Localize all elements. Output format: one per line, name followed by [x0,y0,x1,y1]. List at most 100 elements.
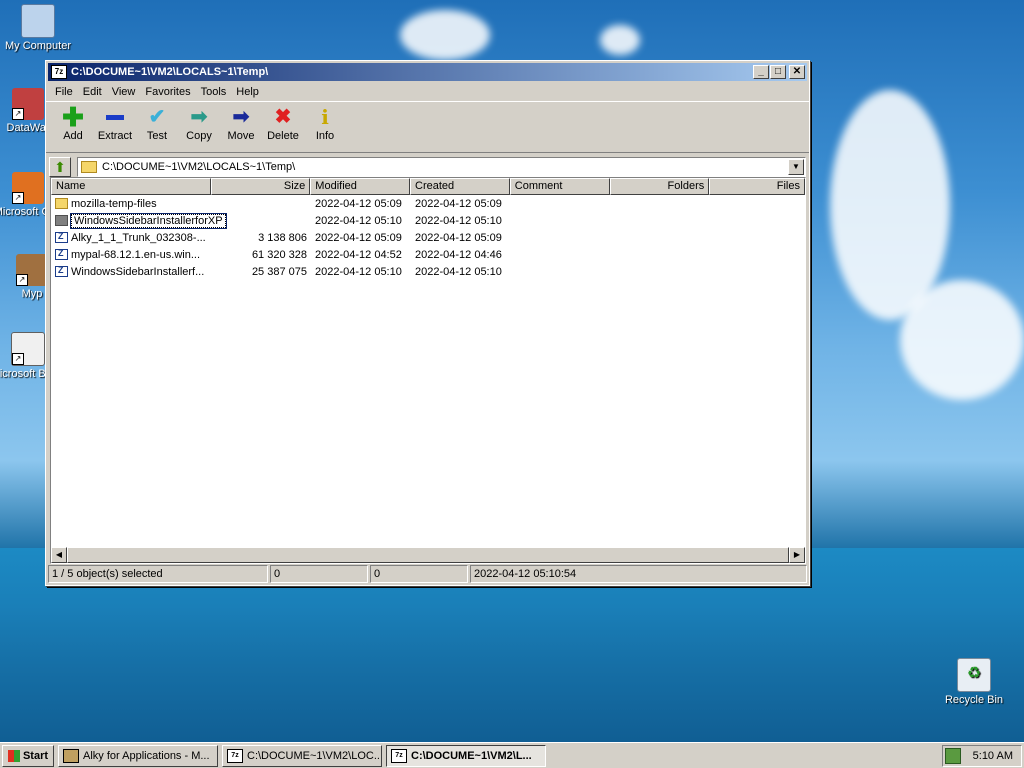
taskbar-item-label: C:\DOCUME~1\VM2\LOC... [247,749,382,762]
file-modified: 2022-04-12 05:09 [315,197,402,210]
file-modified: 2022-04-12 05:09 [315,231,402,244]
computer-icon [21,4,55,38]
menu-tools[interactable]: Tools [196,86,232,98]
menu-help[interactable]: Help [231,86,264,98]
file-row[interactable]: mozilla-temp-files 2022-04-12 05:09 2022… [51,195,805,212]
app-shortcut-icon: ↗ [12,88,44,120]
file-created: 2022-04-12 05:09 [415,197,502,210]
folder-icon [81,161,97,173]
desktop-icon-my-computer[interactable]: My Computer [0,4,76,52]
column-header-size[interactable]: Size [210,178,311,195]
file-name: Alky_1_1_Trunk_032308-... [71,231,206,244]
app-shortcut-icon: ↗ [12,172,44,204]
file-name: WindowsSidebarInstallerf... [71,265,205,278]
file-size: 61 320 328 [251,248,307,261]
menu-view[interactable]: View [107,86,141,98]
horizontal-scrollbar[interactable]: ◀ ▶ [51,547,805,563]
file-size: 3 138 806 [258,231,307,244]
address-dropdown-button[interactable]: ▼ [788,159,804,175]
7zip-app-icon: 7z [391,748,407,763]
file-row[interactable]: Alky_1_1_Trunk_032308-... 3 138 806 2022… [51,229,805,246]
desktop-cloud [900,280,1024,400]
extract-button[interactable]: Extract [94,102,136,142]
close-button[interactable]: ✕ [789,65,805,79]
file-created: 2022-04-12 05:10 [415,214,502,227]
column-header-files[interactable]: Files [709,178,805,195]
delete-button[interactable]: ✖ Delete [262,102,304,142]
scrollbar-thumb[interactable] [67,547,789,563]
taskbar-item-alky[interactable]: Alky for Applications - M... [58,744,218,767]
window-titlebar[interactable]: 7z C:\DOCUME~1\VM2\LOCALS~1\Temp\ _ □ ✕ [48,63,807,81]
window-title: C:\DOCUME~1\VM2\LOCALS~1\Temp\ [71,66,269,78]
plus-icon: ✚ [62,102,84,132]
folder-icon [55,198,68,210]
add-button[interactable]: ✚ Add [52,102,94,142]
clock[interactable]: 5:10 AM [973,750,1013,762]
toolbar: ✚ Add Extract ✔ Test ➡ Copy ➡ Move ✖ Del… [46,101,809,153]
desktop-cloud [400,10,490,60]
column-header-name[interactable]: Name [51,178,211,195]
menu-file[interactable]: File [50,86,78,98]
address-combobox[interactable]: C:\DOCUME~1\VM2\LOCALS~1\Temp\ ▼ [77,157,806,177]
info-icon: i [321,105,329,129]
archive-file-icon [55,249,68,261]
delete-x-icon: ✖ [274,106,292,128]
copy-arrow-icon: ➡ [190,106,208,128]
7zip-app-icon: 7z [227,748,243,763]
start-button[interactable]: Start [2,744,54,767]
column-header-created[interactable]: Created [410,178,510,195]
status-bar: 1 / 5 object(s) selected 0 0 2022-04-12 … [48,565,809,584]
app-shortcut-icon: ↗ [16,254,48,286]
copy-button[interactable]: ➡ Copy [178,102,220,142]
file-modified: 2022-04-12 04:52 [315,248,402,261]
column-header-comment[interactable]: Comment [509,178,610,195]
file-modified: 2022-04-12 05:10 [315,265,402,278]
scroll-right-button[interactable]: ▶ [789,547,805,563]
info-button-label: Info [315,130,335,142]
file-name: mozilla-temp-files [71,197,157,210]
move-button[interactable]: ➡ Move [220,102,262,142]
move-arrow-icon: ➡ [232,106,250,128]
column-header-folders[interactable]: Folders [609,178,710,195]
desktop-icon-label: My Computer [4,40,72,52]
desktop-cloud [830,90,950,320]
desktop-icon-label: Recycle Bin [944,694,1004,706]
address-path: C:\DOCUME~1\VM2\LOCALS~1\Temp\ [102,161,296,173]
file-row[interactable]: mypal-68.12.1.en-us.win... 61 320 328 20… [51,246,805,263]
7zip-app-icon: 7z [51,65,67,79]
taskbar-item-label: C:\DOCUME~1\VM2\L... [411,749,532,762]
status-selection: 1 / 5 object(s) selected [48,565,268,583]
archive-file-icon [55,232,68,244]
network-tray-icon[interactable] [944,747,961,764]
chevron-left-icon: ◀ [55,550,63,559]
chevron-right-icon: ▶ [793,550,801,559]
up-folder-button[interactable]: ⬆ [49,157,71,177]
file-modified: 2022-04-12 05:10 [315,214,402,227]
info-button[interactable]: i Info [304,102,346,142]
scroll-left-button[interactable]: ◀ [51,547,67,563]
taskbar-item-7zip-1[interactable]: 7z C:\DOCUME~1\VM2\LOC... [222,744,382,767]
column-header-modified[interactable]: Modified [310,178,411,195]
file-row[interactable]: WindowsSidebarInstallerforXP 2022-04-12 … [51,212,805,229]
desktop-icon-recycle-bin[interactable]: ♻ Recycle Bin [936,658,1012,706]
windows-flag-icon [7,749,20,762]
minus-icon [103,106,127,128]
test-button[interactable]: ✔ Test [136,102,178,142]
start-label: Start [22,749,49,762]
copy-button-label: Copy [186,130,212,142]
taskbar-item-label: Alky for Applications - M... [83,749,210,762]
column-headers: Name Size Modified Created Comment Folde… [51,178,805,195]
minimize-button[interactable]: _ [753,65,769,79]
taskbar-item-7zip-2[interactable]: 7z C:\DOCUME~1\VM2\L... [386,744,546,767]
menu-bar: File Edit View Favorites Tools Help [46,83,809,101]
menu-edit[interactable]: Edit [78,86,107,98]
extract-button-label: Extract [97,130,133,142]
file-name-rename-field[interactable]: WindowsSidebarInstallerforXP [70,212,227,229]
address-bar: ⬆ C:\DOCUME~1\VM2\LOCALS~1\Temp\ ▼ [46,155,809,179]
file-list[interactable]: Name Size Modified Created Comment Folde… [50,177,806,564]
file-name: mypal-68.12.1.en-us.win... [71,248,201,261]
file-created: 2022-04-12 05:10 [415,265,502,278]
file-row[interactable]: WindowsSidebarInstallerf... 25 387 075 2… [51,263,805,280]
maximize-button[interactable]: □ [770,65,786,79]
menu-favorites[interactable]: Favorites [140,86,195,98]
